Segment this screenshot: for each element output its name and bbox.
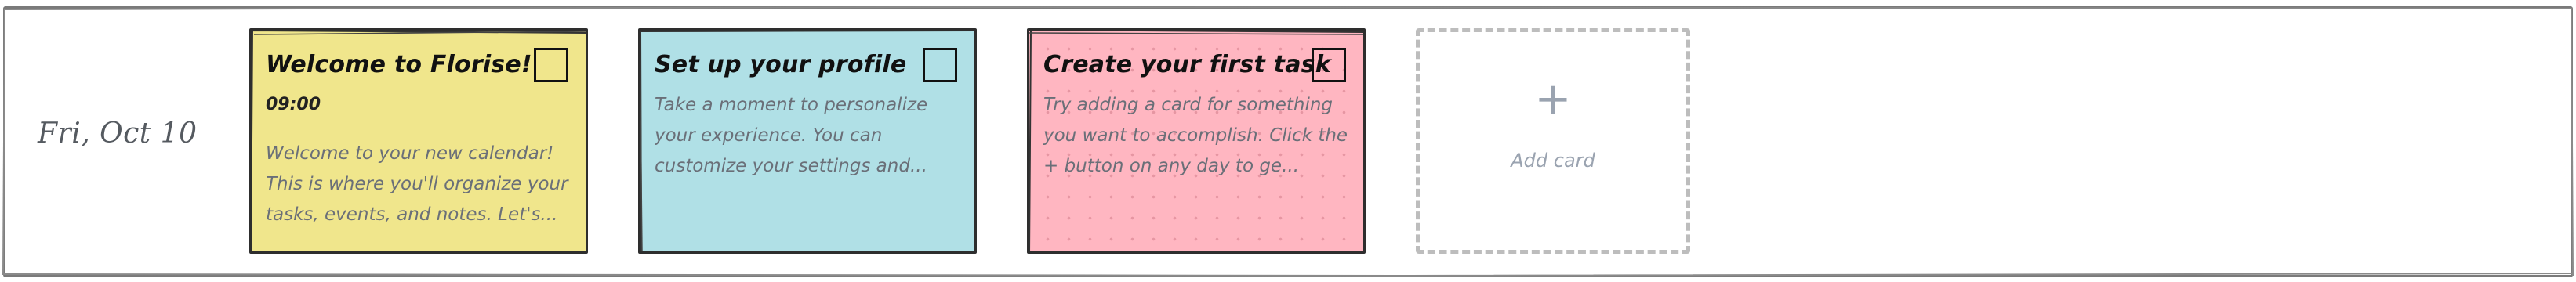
- day-date-label: Fri, Oct 10: [38, 118, 198, 150]
- plus-icon: +: [1534, 74, 1572, 125]
- card-title: Welcome to Florise!: [266, 51, 532, 78]
- add-card-button[interactable]: + Add card: [1416, 28, 1690, 254]
- card-body-text: Try adding a card for something you want…: [1043, 95, 1348, 176]
- card-body-text: Take a moment to personalize your experi…: [655, 95, 928, 176]
- card-title: Set up your profile: [655, 51, 907, 78]
- card-complete-checkbox[interactable]: [534, 48, 568, 82]
- card-title: Create your first task: [1043, 51, 1331, 78]
- card-welcome[interactable]: Welcome to Florise! 09:00 Welcome to you…: [249, 28, 588, 254]
- add-card-label: Add card: [1511, 150, 1595, 172]
- card-body-text: Welcome to your new calendar! This is wh…: [266, 143, 568, 225]
- card-time: 09:00: [266, 95, 321, 114]
- card-complete-checkbox[interactable]: [1312, 48, 1346, 82]
- card-create-first-task[interactable]: Create your first task Try adding a card…: [1027, 28, 1366, 254]
- card-set-up-profile[interactable]: Set up your profile Take a moment to per…: [638, 28, 977, 254]
- card-complete-checkbox[interactable]: [923, 48, 957, 82]
